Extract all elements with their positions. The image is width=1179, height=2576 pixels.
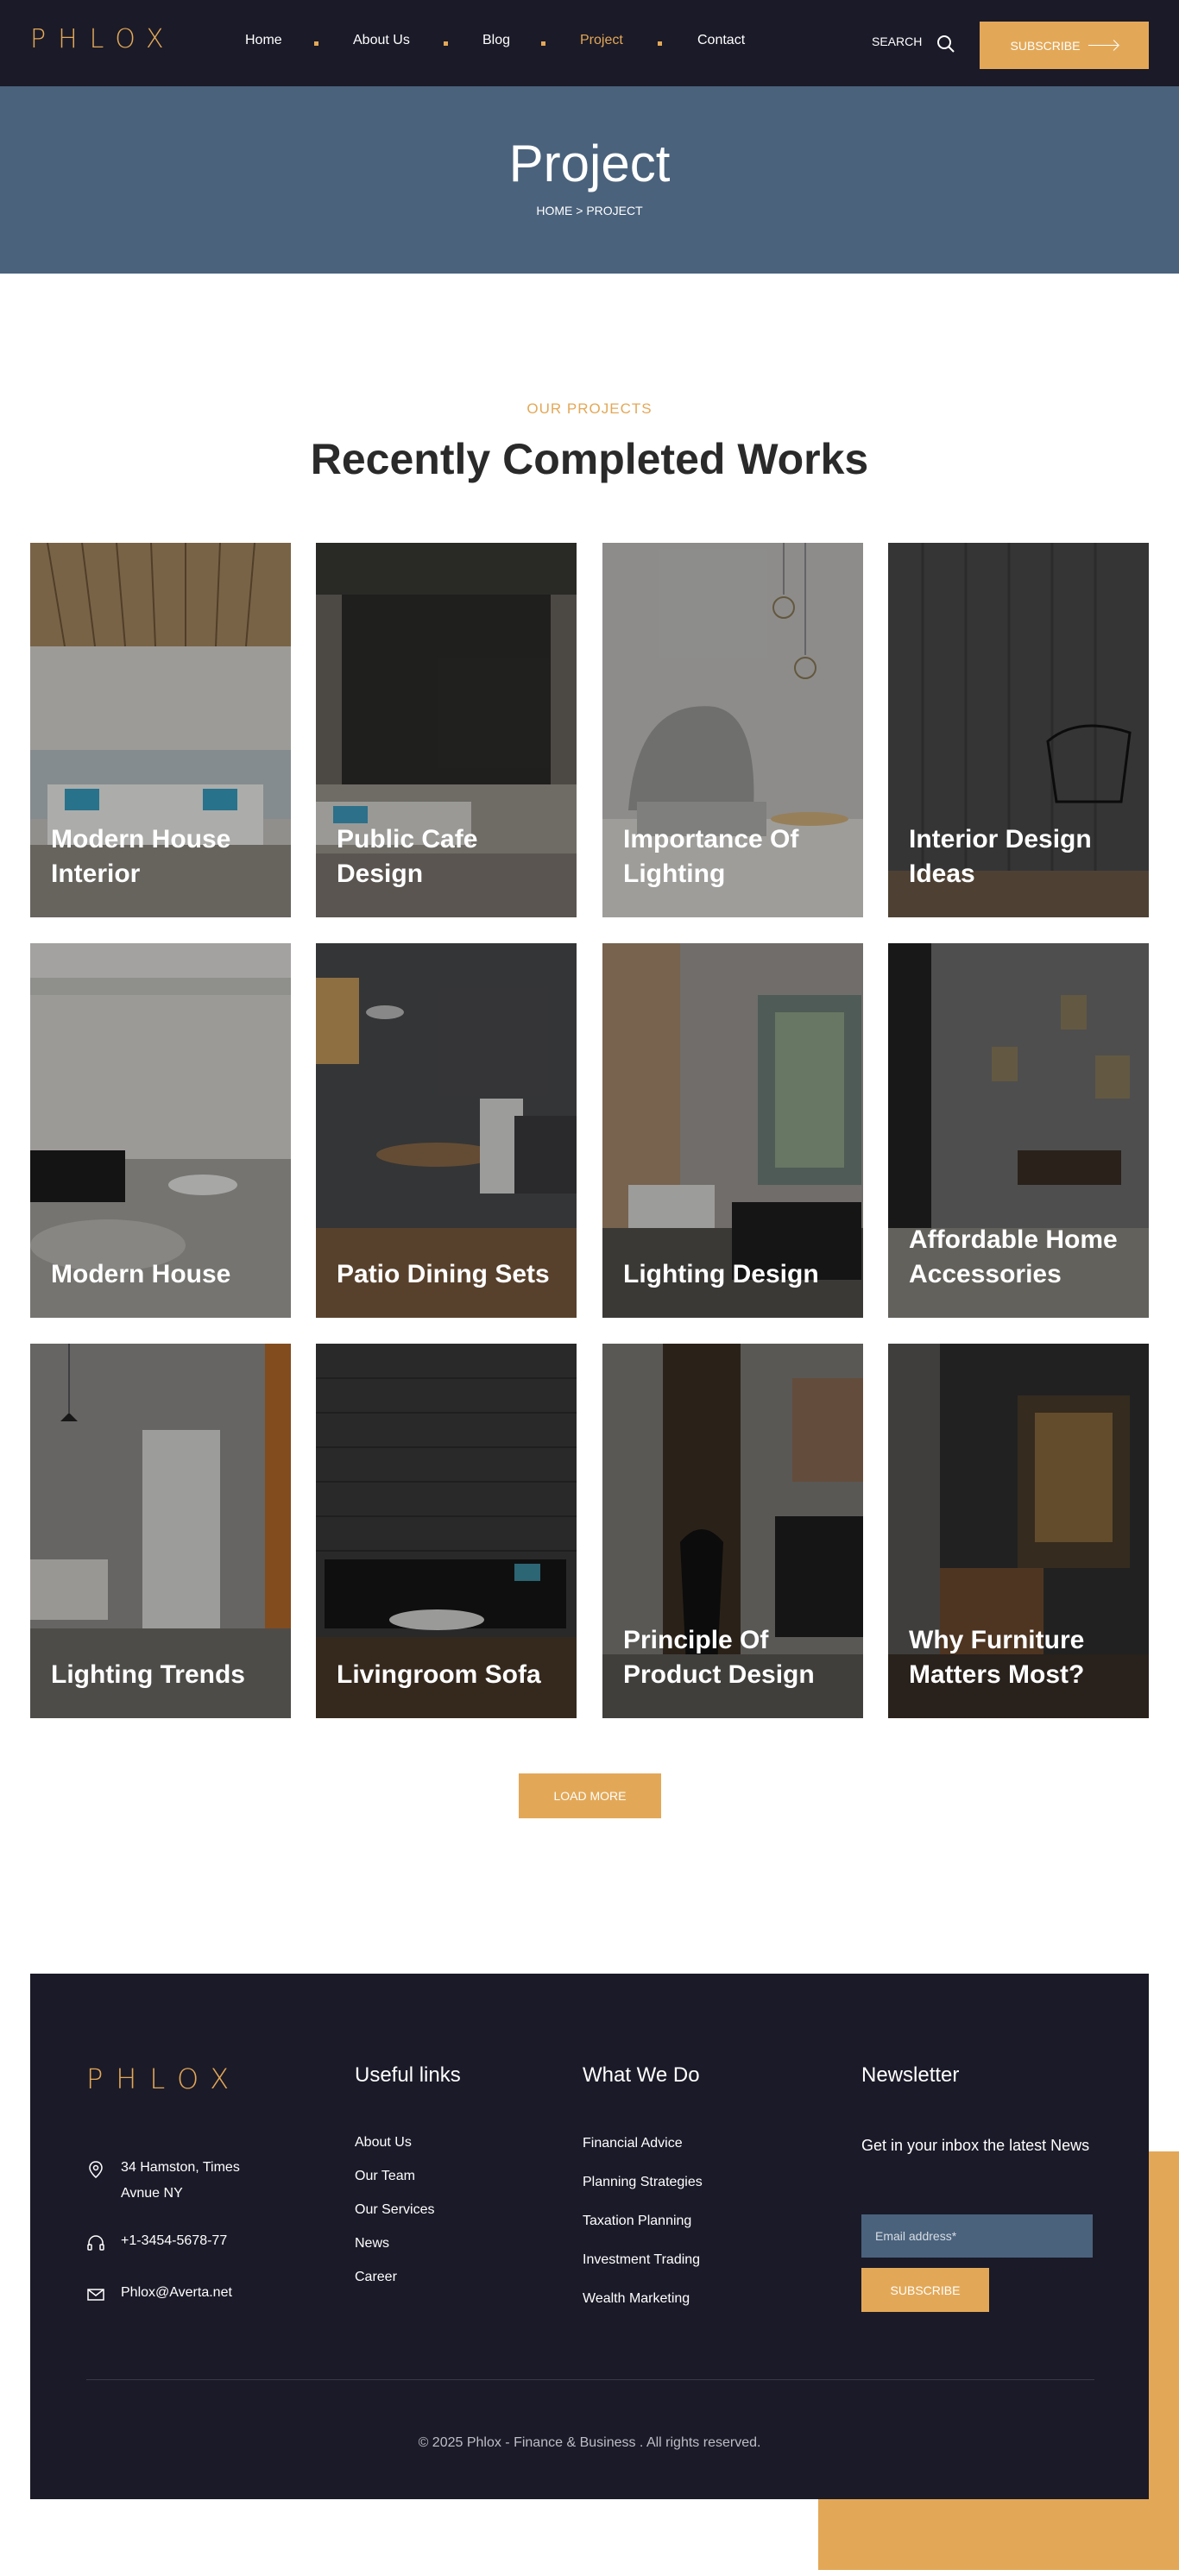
nav-separator-dot: [658, 41, 662, 46]
load-more-button[interactable]: LOAD MORE: [519, 1773, 661, 1818]
footer-link-career[interactable]: Career: [355, 2270, 397, 2285]
arrow-right-icon: [1088, 45, 1119, 46]
section-title: Recently Completed Works: [310, 435, 869, 483]
headphones-icon: [87, 2235, 104, 2251]
newsletter-subscribe-button[interactable]: SUBSCRIBE: [861, 2268, 989, 2312]
footer-link-our-team[interactable]: Our Team: [355, 2169, 415, 2184]
project-card-livingroom-sofa[interactable]: Livingroom Sofa: [316, 1344, 577, 1718]
footer-logo[interactable]: PHLOX: [86, 2063, 242, 2095]
copyright: © 2025 Phlox - Finance & Business . All …: [418, 2435, 761, 2450]
footer-link-planning-strategies[interactable]: Planning Strategies: [583, 2175, 703, 2190]
breadcrumb-separator: >: [576, 204, 583, 217]
footer-link-our-services[interactable]: Our Services: [355, 2202, 434, 2218]
footer-link-about-us[interactable]: About Us: [355, 2135, 412, 2151]
breadcrumb-home[interactable]: HOME: [536, 204, 572, 217]
project-card-why-furniture-matters-most[interactable]: Why Furniture Matters Most?: [888, 1344, 1149, 1718]
project-card-modern-house[interactable]: Modern House: [30, 943, 291, 1318]
project-title: Principle Of Product Design: [623, 1626, 815, 1689]
what-we-do-heading: What We Do: [583, 2063, 700, 2087]
footer-link-news[interactable]: News: [355, 2236, 389, 2252]
footer-link-financial-advice[interactable]: Financial Advice: [583, 2136, 683, 2151]
newsletter-text: Get in your inbox the latest News: [861, 2137, 1090, 2154]
nav-blog[interactable]: Blog: [482, 33, 510, 48]
project-card-lighting-design[interactable]: Lighting Design: [602, 943, 863, 1318]
nav-project[interactable]: Project: [580, 33, 623, 48]
newsletter-email-input[interactable]: [861, 2214, 1093, 2258]
project-title: Modern House: [51, 1260, 231, 1288]
breadcrumb-current: PROJECT: [586, 204, 643, 217]
project-card-interior-design-ideas[interactable]: Interior Design Ideas: [888, 543, 1149, 917]
address-text: 34 Hamston, Times Avnue NY: [121, 2160, 240, 2201]
footer-link-taxation-planning[interactable]: Taxation Planning: [583, 2214, 691, 2229]
section-eyebrow: OUR PROJECTS: [526, 400, 653, 417]
project-title: Livingroom Sofa: [337, 1660, 541, 1689]
project-card-affordable-home-accessories[interactable]: Affordable Home Accessories: [888, 943, 1149, 1318]
nav-separator-dot: [444, 41, 448, 46]
search-icon[interactable]: [936, 35, 955, 54]
nav-home[interactable]: Home: [245, 33, 282, 48]
email-text[interactable]: Phlox@Averta.net: [121, 2280, 276, 2306]
project-title: Why Furniture Matters Most?: [909, 1626, 1085, 1689]
nav-about-us[interactable]: About Us: [353, 33, 410, 48]
newsletter-heading: Newsletter: [861, 2063, 960, 2087]
project-card-patio-dining-sets[interactable]: Patio Dining Sets: [316, 943, 577, 1318]
site-header: PHLOX Home About Us Blog Project Contact…: [0, 0, 1179, 86]
useful-links-heading: Useful links: [355, 2063, 461, 2087]
subscribe-button[interactable]: SUBSCRIBE: [980, 22, 1149, 69]
search-label[interactable]: SEARCH: [872, 35, 922, 48]
breadcrumb: HOME > PROJECT: [0, 204, 1179, 217]
footer-link-investment-trading[interactable]: Investment Trading: [583, 2252, 700, 2268]
project-card-modern-house-interior[interactable]: Modern House Interior: [30, 543, 291, 917]
project-title: Affordable Home Accessories: [909, 1225, 1118, 1288]
location-pin-icon: [89, 2161, 103, 2178]
project-title: Lighting Trends: [51, 1660, 245, 1689]
footer-link-wealth-marketing[interactable]: Wealth Marketing: [583, 2291, 690, 2307]
site-footer: PHLOX 34 Hamston, Times Avnue NY +1-3454…: [30, 1974, 1149, 2499]
phone-text[interactable]: +1-3454-5678-77: [121, 2228, 276, 2254]
logo[interactable]: PHLOX: [30, 24, 176, 54]
project-card-lighting-trends[interactable]: Lighting Trends: [30, 1344, 291, 1718]
nav-separator-dot: [541, 41, 545, 46]
nav-contact[interactable]: Contact: [697, 33, 745, 48]
project-title: Modern House Interior: [51, 825, 231, 888]
envelope-icon: [87, 2289, 104, 2301]
nav-separator-dot: [314, 41, 318, 46]
page-hero: Project HOME > PROJECT: [0, 86, 1179, 274]
project-title: Public Cafe Design: [337, 825, 478, 888]
project-card-importance-of-lighting[interactable]: Importance Of Lighting: [602, 543, 863, 917]
footer-divider: [86, 2379, 1094, 2380]
project-title: Lighting Design: [623, 1260, 819, 1288]
project-card-principle-of-product-design[interactable]: Principle Of Product Design: [602, 1344, 863, 1718]
project-title: Patio Dining Sets: [337, 1260, 550, 1288]
subscribe-label: SUBSCRIBE: [1010, 38, 1081, 53]
project-card-public-cafe-design[interactable]: Public Cafe Design: [316, 543, 577, 917]
project-title: Importance Of Lighting: [623, 825, 799, 888]
page-title: Project: [508, 135, 671, 192]
project-title: Interior Design Ideas: [909, 825, 1092, 888]
